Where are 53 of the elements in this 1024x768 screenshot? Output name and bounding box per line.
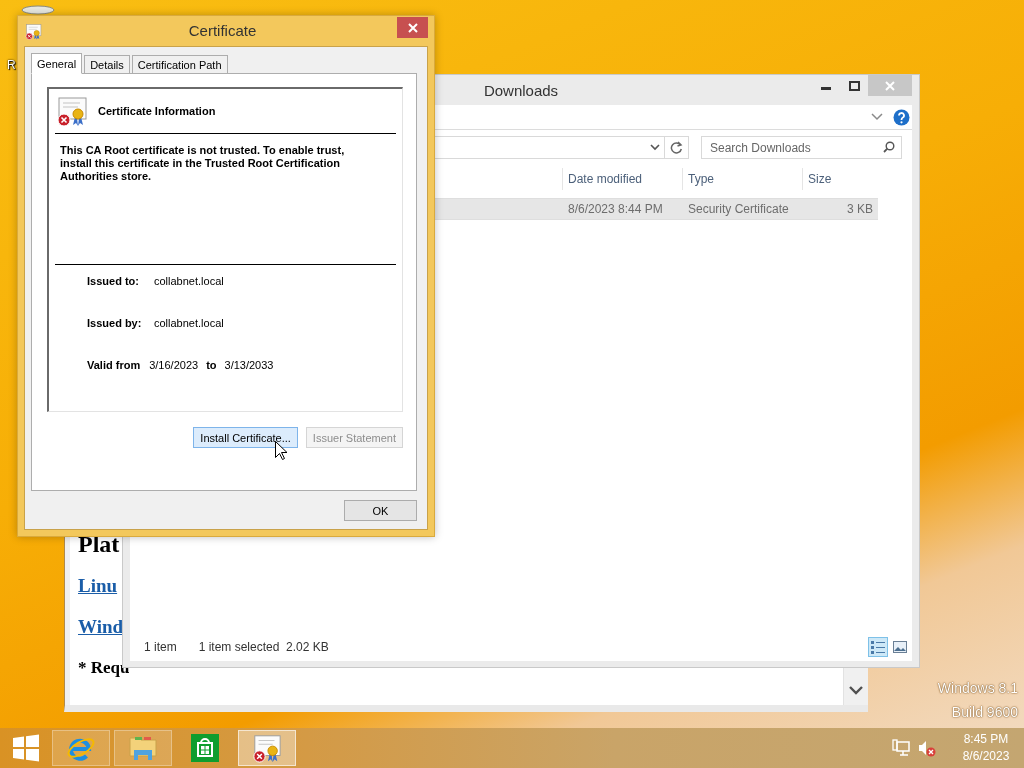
trust-message: This CA Root certificate is not trusted. To enable trust, install this certificate in the Trusted Root Certification Authorities store. bbox=[55, 134, 396, 265]
table-cell-text: 8/6/2023 8:44 PM bbox=[567, 201, 664, 218]
install-button[interactable]: Install Certificate... bbox=[193, 427, 298, 448]
page-link[interactable]: Wind bbox=[78, 606, 124, 647]
certificate-icon bbox=[25, 23, 42, 40]
page-heading: Plat bbox=[78, 530, 120, 559]
os-watermark: Build 9600 bbox=[951, 703, 1018, 722]
tab[interactable]: Certification Path bbox=[131, 55, 228, 74]
cursor-icon bbox=[275, 441, 287, 460]
tab[interactable]: Details bbox=[84, 55, 130, 74]
dialog-title: Certificate bbox=[187, 21, 258, 41]
chevron-down-icon[interactable] bbox=[650, 144, 660, 151]
close-button[interactable] bbox=[397, 17, 428, 38]
store-icon bbox=[191, 734, 219, 762]
column-header[interactable]: Size bbox=[802, 168, 878, 190]
certificate-icon bbox=[252, 733, 282, 763]
refresh-button[interactable] bbox=[664, 136, 689, 159]
clock-time: 8:45 PM bbox=[963, 731, 1009, 748]
close-icon[interactable] bbox=[407, 22, 418, 33]
chevron-down-icon[interactable] bbox=[849, 685, 863, 695]
field-label: Valid from bbox=[87, 359, 141, 372]
help-icon[interactable] bbox=[893, 108, 910, 126]
status-text: 1 item bbox=[144, 640, 177, 654]
window-title: Downloads bbox=[482, 81, 560, 99]
table-cell-text: Security Certificate bbox=[687, 201, 790, 218]
field-value: collabnet.local bbox=[154, 317, 224, 330]
folder-icon bbox=[128, 734, 158, 762]
column-header[interactable]: Date modified bbox=[562, 168, 682, 190]
maximize-icon[interactable] bbox=[848, 80, 860, 91]
search-field[interactable]: Search Downloads bbox=[701, 136, 902, 159]
search-icon[interactable] bbox=[883, 141, 895, 153]
chevron-down-icon[interactable] bbox=[871, 113, 883, 121]
taskbar-app-button[interactable] bbox=[238, 730, 296, 766]
field-value: 3/13/2033 bbox=[224, 359, 274, 372]
page-link[interactable]: Linu bbox=[78, 565, 118, 606]
os-watermark: Windows 8.1 bbox=[937, 679, 1018, 698]
field-value: collabnet.local bbox=[154, 275, 224, 288]
details-view-button[interactable] bbox=[868, 637, 888, 657]
table-cell-text: 3 KB bbox=[846, 201, 874, 218]
field-label: Issued by: bbox=[87, 317, 143, 330]
tab[interactable]: General bbox=[31, 53, 83, 74]
clock-date: 8/6/2023 bbox=[962, 748, 1010, 765]
field-label: to bbox=[206, 359, 217, 372]
refresh-icon[interactable] bbox=[670, 141, 683, 154]
status-text: 1 item selected 2.02 KB bbox=[198, 640, 329, 654]
column-header[interactable]: Type bbox=[682, 168, 802, 190]
ok-button[interactable]: OK bbox=[344, 500, 417, 521]
field-label: Issued to: bbox=[87, 275, 140, 288]
windows-logo-icon[interactable] bbox=[12, 734, 40, 762]
field-value: 3/16/2023 bbox=[149, 359, 199, 372]
muted-speaker-icon[interactable] bbox=[918, 739, 936, 757]
info-heading: Certificate Information bbox=[98, 105, 216, 117]
certificate-icon bbox=[56, 95, 88, 127]
